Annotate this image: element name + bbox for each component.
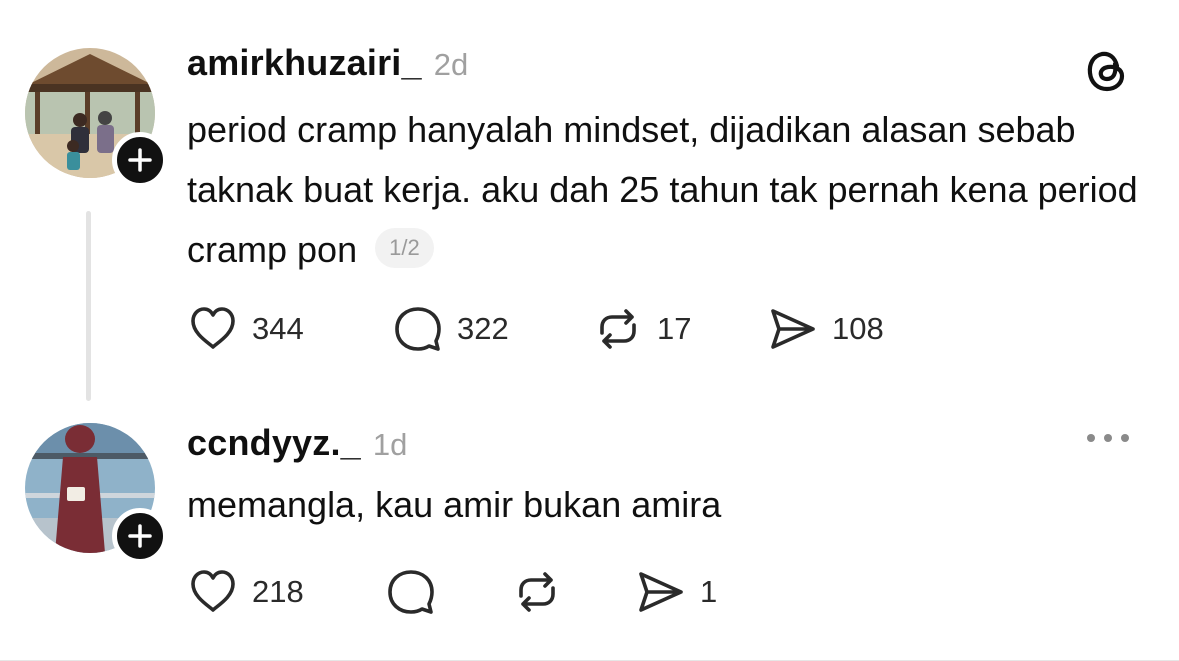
comment-icon <box>395 307 441 351</box>
repost-icon <box>600 309 636 349</box>
reply-count: 322 <box>457 311 509 346</box>
like-count: 218 <box>252 574 304 609</box>
threads-logo-icon <box>1087 51 1125 92</box>
like-count: 344 <box>252 311 304 346</box>
repost-button[interactable] <box>511 566 563 618</box>
action-bar: 218 1 <box>187 566 987 618</box>
plus-icon <box>128 148 152 172</box>
post-text: memangla, kau amir bukan amira <box>187 484 722 525</box>
share-count: 1 <box>700 574 718 609</box>
like-button[interactable]: 218 <box>187 566 304 618</box>
share-button[interactable]: 108 <box>767 303 884 355</box>
send-icon <box>639 572 683 612</box>
post-text: period cramp hanyalah mindset, dijadikan… <box>187 100 1147 280</box>
post-header: ccndyyz._ 1d <box>187 422 407 464</box>
share-count: 108 <box>832 311 884 346</box>
reply-button[interactable]: 322 <box>392 303 509 355</box>
post-time: 2d <box>433 47 469 82</box>
repost-icon <box>519 572 555 612</box>
post-time: 1d <box>372 427 408 462</box>
heart-icon <box>191 570 235 612</box>
thread-post: amirkhuzairi_ 2d period cramp hanyalah m… <box>0 0 1179 410</box>
username[interactable]: ccndyyz._ <box>187 422 361 464</box>
post-header: amirkhuzairi_ 2d <box>187 42 468 84</box>
action-bar: 344 322 17 108 <box>187 303 987 355</box>
repost-count: 17 <box>657 311 692 346</box>
reply-post: ccndyyz._ 1d memangla, kau amir bukan am… <box>0 410 1179 661</box>
reply-button[interactable] <box>385 566 437 618</box>
follow-button[interactable] <box>112 132 168 188</box>
follow-button[interactable] <box>112 508 168 564</box>
repost-button[interactable]: 17 <box>592 303 691 355</box>
post-text-content: period cramp hanyalah mindset, dijadikan… <box>187 109 1138 270</box>
share-button[interactable]: 1 <box>635 566 717 618</box>
thread-connector-line <box>86 211 91 401</box>
plus-icon <box>128 524 152 548</box>
page-indicator-badge[interactable]: 1/2 <box>375 228 434 269</box>
comment-icon <box>388 570 434 614</box>
username[interactable]: amirkhuzairi_ <box>187 42 422 84</box>
like-button[interactable]: 344 <box>187 303 304 355</box>
more-options-icon[interactable] <box>1085 430 1131 446</box>
heart-icon <box>191 307 235 349</box>
send-icon <box>771 309 815 349</box>
